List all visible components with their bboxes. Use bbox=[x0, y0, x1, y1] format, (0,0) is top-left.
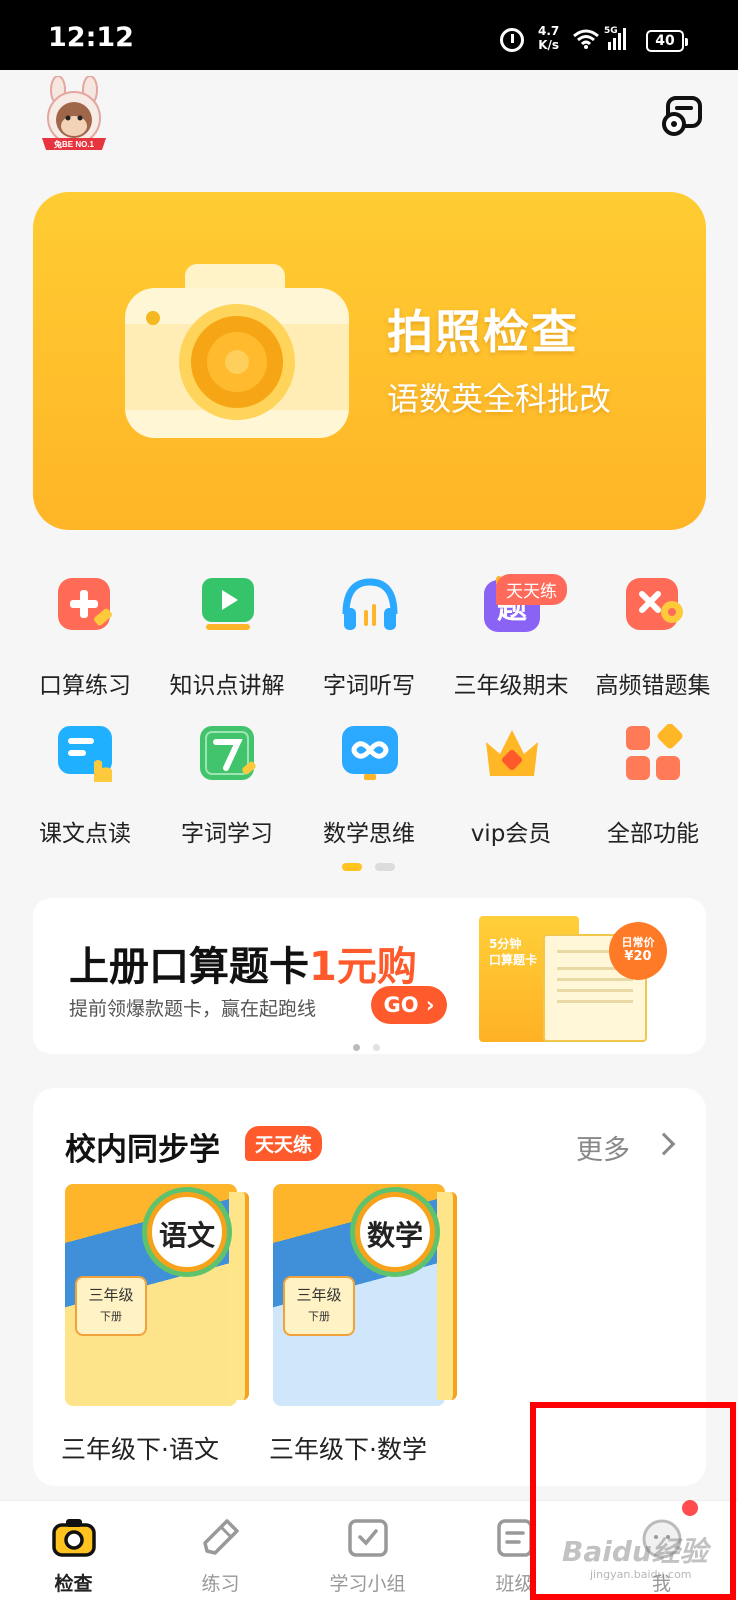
book-subject: 语文 bbox=[158, 1219, 215, 1252]
photo-check-banner[interactable]: 拍照检查 语数英全科批改 bbox=[33, 192, 706, 530]
feature-text-reading[interactable]: 课文点读 bbox=[14, 724, 156, 852]
scan-record-icon[interactable] bbox=[660, 94, 704, 138]
feature-label: 三年级期末 bbox=[453, 673, 569, 699]
banner-title: 拍照检查 bbox=[387, 305, 579, 359]
more-link[interactable]: 更多 bbox=[576, 1128, 630, 1167]
nav-practice[interactable]: 练习 bbox=[147, 1501, 294, 1600]
nav-label: 练习 bbox=[201, 1573, 240, 1595]
nav-label: 学习小组 bbox=[329, 1573, 406, 1595]
daily-practice-tag: 天天练 bbox=[496, 574, 567, 605]
network-speed: 4.7 K/s bbox=[538, 24, 560, 52]
video-lesson-icon bbox=[202, 578, 254, 630]
book-spine bbox=[437, 1192, 457, 1400]
feature-all-functions[interactable]: 全部功能 bbox=[582, 724, 724, 852]
watermark: Baidu经验 bbox=[562, 1535, 708, 1568]
section-tag: 天天练 bbox=[245, 1126, 323, 1161]
logo-text: 兔BE NO.1 bbox=[53, 139, 95, 149]
alarm-icon bbox=[500, 28, 524, 52]
grid-page-indicator bbox=[342, 863, 403, 882]
book-name: 三年级下·数学 bbox=[269, 1435, 427, 1464]
word-learning-icon bbox=[200, 726, 256, 780]
group-check-icon bbox=[348, 1519, 388, 1557]
page-dot bbox=[373, 1044, 381, 1051]
feature-label: 字词学习 bbox=[181, 821, 273, 847]
book-subject: 数学 bbox=[366, 1219, 423, 1252]
book-spine bbox=[229, 1192, 249, 1400]
page-dot bbox=[375, 863, 396, 871]
grade-label: 三年级 下册 bbox=[75, 1276, 147, 1336]
nav-check[interactable]: 检查 bbox=[0, 1501, 147, 1600]
feature-label: 字词听写 bbox=[323, 673, 415, 699]
status-bar: 12:12 4.7 K/s 5G 40 bbox=[0, 0, 738, 70]
feature-label: 数学思维 bbox=[323, 821, 415, 847]
feature-label: 高频错题集 bbox=[595, 673, 711, 699]
feature-word-learning[interactable]: 字词学习 bbox=[156, 724, 298, 852]
promo-subtext: 提前领爆款题卡，赢在起跑线 bbox=[69, 998, 317, 1020]
promo-price-badge: 日常价 ¥20 bbox=[609, 922, 667, 980]
text-reading-icon bbox=[58, 726, 112, 782]
book-chinese[interactable]: 语文 三年级 下册 三年级下·语文 bbox=[61, 1184, 249, 1464]
watermark-sub: jingyan.baidu.com bbox=[590, 1568, 692, 1581]
wifi-icon bbox=[573, 29, 599, 49]
all-functions-icon bbox=[626, 724, 683, 780]
feature-label: 口算练习 bbox=[39, 673, 131, 699]
calc-practice-icon bbox=[58, 578, 112, 630]
status-time: 12:12 bbox=[48, 22, 134, 53]
feature-wrong-questions[interactable]: 高频错题集 bbox=[582, 576, 724, 704]
camera-illustration-icon bbox=[125, 264, 349, 438]
math-thinking-icon bbox=[342, 726, 398, 780]
banner-subtitle: 语数英全科批改 bbox=[387, 380, 612, 418]
grade-label: 三年级 下册 bbox=[283, 1276, 355, 1336]
pencil-icon bbox=[203, 1519, 239, 1555]
camera-icon bbox=[52, 1519, 96, 1557]
feature-kousuan[interactable]: 口算练习 bbox=[14, 576, 156, 704]
book-math[interactable]: 数学 三年级 下册 三年级下·数学 bbox=[269, 1184, 457, 1464]
feature-vip[interactable]: vip会员 bbox=[440, 724, 582, 852]
nav-study-group[interactable]: 学习小组 bbox=[294, 1501, 441, 1600]
feature-dictation[interactable]: 字词听写 bbox=[298, 576, 440, 704]
nav-label: 检查 bbox=[54, 1573, 93, 1595]
headphones-icon bbox=[342, 578, 398, 630]
app-logo[interactable]: 兔BE NO.1 bbox=[34, 76, 114, 156]
page-dot-active bbox=[342, 863, 362, 871]
vip-crown-icon bbox=[486, 730, 538, 776]
wrong-questions-icon bbox=[626, 578, 683, 630]
feature-label: 知识点讲解 bbox=[169, 673, 285, 699]
chevron-right-icon[interactable] bbox=[652, 1132, 676, 1156]
promo-book-text: 5分钟 口算题卡 bbox=[489, 937, 538, 967]
promo-banner[interactable]: 上册口算题卡1元购 提前领爆款题卡，赢在起跑线 GO › 5分钟 口算题卡 日常… bbox=[33, 898, 706, 1054]
book-name: 三年级下·语文 bbox=[61, 1435, 219, 1464]
page-dot-active bbox=[353, 1044, 360, 1051]
feature-knowledge-video[interactable]: 知识点讲解 bbox=[156, 576, 298, 704]
feature-math-thinking[interactable]: 数学思维 bbox=[298, 724, 440, 852]
battery-icon: 40 bbox=[646, 30, 688, 52]
signal-icon bbox=[608, 28, 626, 50]
feature-label: 全部功能 bbox=[607, 821, 699, 847]
section-title: 校内同步学 bbox=[65, 1132, 220, 1168]
promo-go-button[interactable]: GO › bbox=[371, 986, 447, 1024]
promo-page-indicator bbox=[353, 1036, 388, 1054]
promo-headline: 上册口算题卡1元购 bbox=[69, 944, 417, 990]
feature-label: 课文点读 bbox=[39, 821, 131, 847]
feature-label: vip会员 bbox=[470, 821, 552, 847]
